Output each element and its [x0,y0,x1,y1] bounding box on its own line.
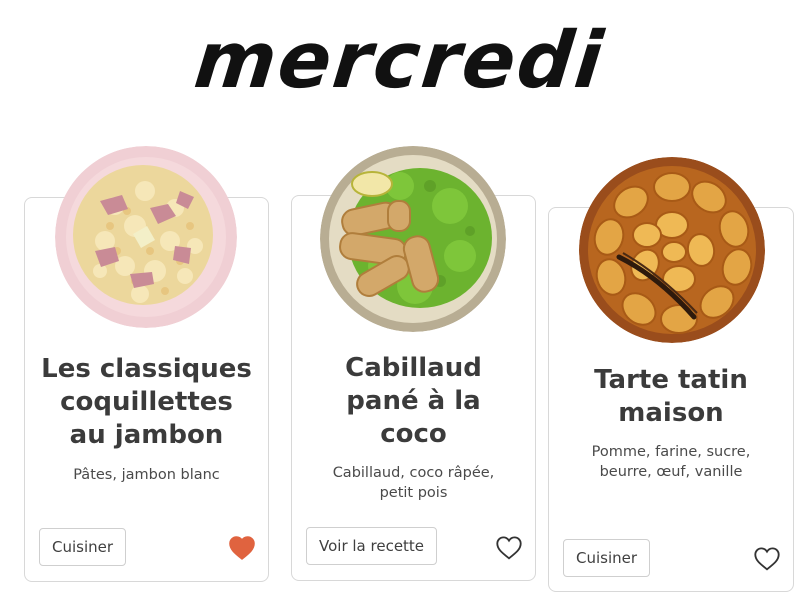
day-title: mercredi [190,16,609,106]
recipe-title-line: pané à la [346,386,481,416]
cook-button[interactable]: Cuisiner [39,528,127,566]
recipe-ingredients-line: Cabillaud, coco râpée, [332,465,495,481]
recipe-title: Cabillaud pané à la coco [292,352,535,451]
tarte-tatin-dish-image [579,157,765,343]
recipe-ingredients: Pomme, farine, sucre, beurre, œuf, vanil… [559,442,783,482]
recipe-title-line: au jambon [69,420,224,450]
recipe-title-line: maison [618,398,724,428]
favorite-heart-icon[interactable] [496,536,522,560]
recipe-title: Les classiques coquillettes au jambon [25,353,268,452]
recipe-title-line: coco [380,419,447,449]
breaded-cod-dish-image [320,146,506,332]
recipe-title: Tarte tatin maison [549,364,793,430]
recipe-ingredients: Pâtes, jambon blanc [35,465,258,485]
pasta-ham-dish-image [55,146,237,328]
recipe-title-line: Tarte tatin [594,365,748,395]
recipe-ingredients-line: beurre, œuf, vanille [599,464,743,480]
favorite-heart-icon[interactable] [229,536,255,560]
recipe-ingredients-line: petit pois [379,485,448,501]
recipe-ingredients-line: Pomme, farine, sucre, [591,444,751,460]
recipe-ingredients: Cabillaud, coco râpée, petit pois [302,463,525,503]
recipe-title-line: Cabillaud [345,353,482,383]
view-recipe-button[interactable]: Voir la recette [306,527,438,565]
cook-button[interactable]: Cuisiner [563,539,651,577]
favorite-heart-icon[interactable] [754,547,780,571]
recipe-title-line: coquillettes [60,387,233,417]
recipe-ingredients-line: Pâtes, jambon blanc [73,467,220,483]
recipe-title-line: Les classiques [41,354,252,384]
